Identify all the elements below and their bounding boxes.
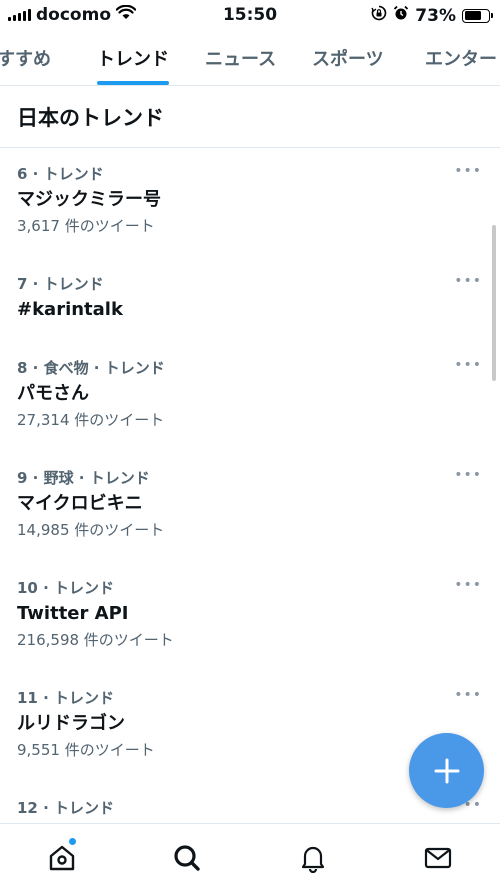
signal-icon [8,9,31,21]
tab-trends[interactable]: トレンド [97,30,169,85]
trend-meta: 7 · トレンド [17,275,104,293]
trend-meta: 6 · トレンド [17,165,104,183]
trend-tweet-count: 14,985 件のツイート [17,521,165,539]
trend-item[interactable]: 10 · トレンド Twitter API 216,598 件のツイート ••• [0,563,500,673]
trend-name: パモさん [17,383,89,404]
tab-entertainment[interactable]: エンター [425,30,497,85]
notification-badge [69,838,76,845]
trend-name: #karintalk [17,299,123,320]
wifi-icon [115,4,137,25]
explore-tabs: すすめ トレンド ニュース スポーツ エンター [0,30,500,86]
status-right: 73% [371,5,493,26]
trend-meta: 11 · トレンド [17,689,115,707]
nav-notifications[interactable] [293,838,333,878]
battery-icon [462,8,493,23]
bell-icon [301,846,325,873]
trend-name: Twitter API [17,603,129,624]
scrollbar[interactable] [492,225,496,381]
trend-name: ルリドラゴン [17,713,125,734]
home-icon [49,845,75,871]
trend-name: マイクロビキニ [17,493,143,514]
trend-item[interactable]: 9 · 野球 · トレンド マイクロビキニ 14,985 件のツイート ••• [0,453,500,563]
trend-meta: 12 · トレンド [17,799,115,817]
search-icon [174,845,200,871]
tab-recommended[interactable]: すすめ [0,30,51,85]
tab-label: すすめ [0,48,51,70]
trend-name: マジックミラー号 [17,189,161,210]
trend-meta: 10 · トレンド [17,579,115,597]
more-options-icon[interactable]: ••• [454,687,482,703]
orientation-lock-icon [371,5,387,26]
tab-label: ニュース [205,48,277,70]
battery-percent: 73% [415,5,456,26]
more-options-icon[interactable]: ••• [454,467,482,483]
trend-list: 6 · トレンド マジックミラー号 3,617 件のツイート ••• 7 · ト… [0,149,500,824]
status-left: docomo [8,4,137,25]
trend-item[interactable]: 6 · トレンド マジックミラー号 3,617 件のツイート ••• [0,149,500,259]
trend-meta: 9 · 野球 · トレンド [17,469,150,487]
more-options-icon[interactable]: ••• [454,273,482,289]
tab-label: スポーツ [312,48,384,70]
trend-item[interactable]: 8 · 食べ物 · トレンド パモさん 27,314 件のツイート ••• [0,343,500,453]
carrier-label: docomo [36,5,111,25]
trend-tweet-count: 3,617 件のツイート [17,217,155,235]
bottom-nav [0,823,500,889]
mail-icon [424,847,452,869]
compose-tweet-button[interactable] [409,733,484,808]
tab-label: トレンド [97,48,169,70]
trend-tweet-count: 216,598 件のツイート [17,631,174,649]
trend-item[interactable]: 7 · トレンド #karintalk ••• [0,259,500,343]
more-options-icon[interactable]: ••• [454,163,482,179]
more-options-icon[interactable]: ••• [454,577,482,593]
nav-search[interactable] [167,838,207,878]
section-title: 日本のトレンド [0,86,500,148]
plus-icon [434,758,459,783]
nav-messages[interactable] [418,838,458,878]
tab-news[interactable]: ニュース [205,30,276,85]
more-options-icon[interactable]: ••• [454,357,482,373]
trend-tweet-count: 27,314 件のツイート [17,411,165,429]
active-tab-indicator [97,81,169,85]
tab-sports[interactable]: スポーツ [312,30,384,85]
trend-meta: 8 · 食べ物 · トレンド [17,359,165,377]
alarm-icon [393,5,409,26]
tab-label: エンター [425,48,497,70]
nav-home[interactable] [42,838,82,878]
status-bar: docomo 15:50 73% [0,0,500,30]
